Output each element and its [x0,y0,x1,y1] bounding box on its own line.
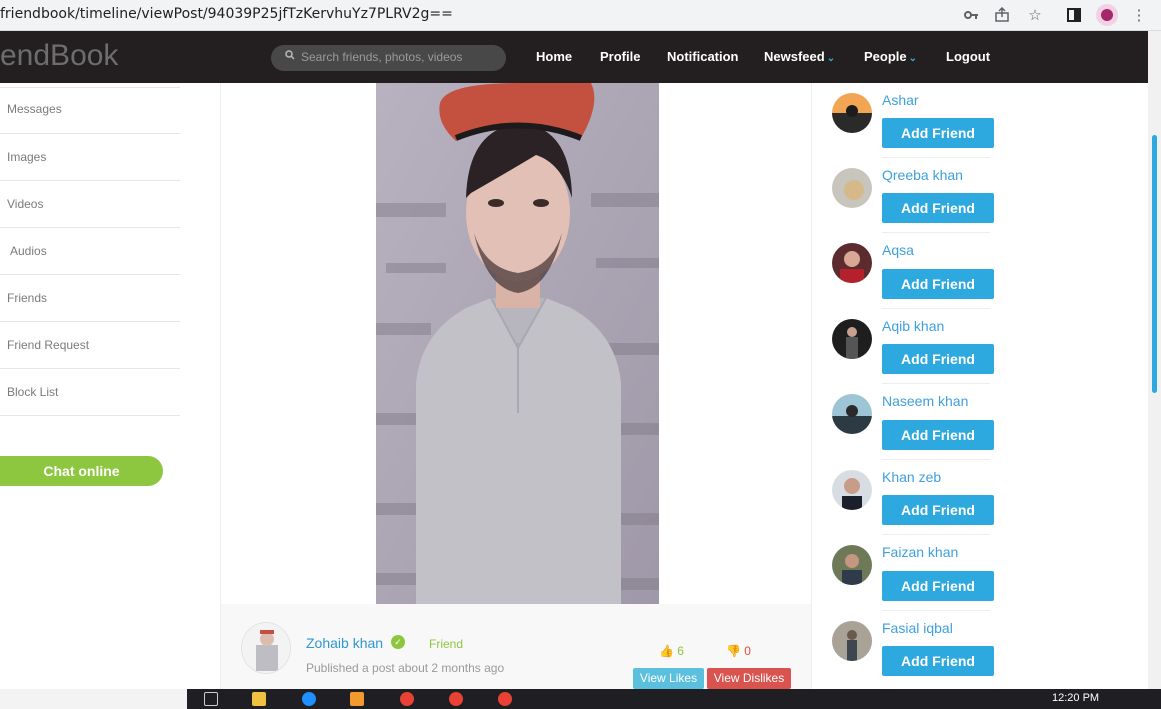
add-friend-button[interactable]: Add Friend [882,193,994,223]
view-dislikes-button[interactable]: View Dislikes [707,668,791,689]
bookmark-star-icon[interactable]: ☆ [1025,5,1045,25]
suggestion-name[interactable]: Aqib khan [882,318,944,334]
suggestion-name[interactable]: Aqsa [882,242,914,258]
nav-logout[interactable]: Logout [946,49,990,64]
sidebar-divider [0,87,180,88]
share-icon[interactable] [992,5,1012,25]
add-friend-button[interactable]: Add Friend [882,495,994,525]
site-logo[interactable]: endBook [0,39,118,73]
chevron-down-icon: ⌄ [826,53,836,64]
app-icon[interactable] [350,692,364,706]
verified-check-icon: ✓ [391,635,405,649]
sidebar-item-images[interactable]: Images [7,150,46,164]
sidebar-item-videos[interactable]: Videos [7,197,43,211]
suggestion-divider [882,534,990,535]
suggestion-name[interactable]: Faizan khan [882,544,958,560]
suggestion-divider [882,383,990,384]
sidebar-item-audios[interactable]: Audios [10,244,47,258]
page-scrollbar-thumb[interactable] [1152,135,1157,393]
suggestion-avatar[interactable] [832,545,872,585]
sidebar-divider [0,180,180,181]
key-icon[interactable] [961,5,981,25]
task-view-icon[interactable] [204,692,218,706]
suggestion-avatar[interactable] [832,93,872,133]
sidebar-item-messages[interactable]: Messages [7,102,62,116]
chrome-icon[interactable] [449,692,463,706]
dislikes-count[interactable]: 👎 0 [726,644,751,658]
suggestion-avatar[interactable] [832,319,872,359]
add-friend-button[interactable]: Add Friend [882,344,994,374]
add-friend-button[interactable]: Add Friend [882,269,994,299]
suggestion-divider [882,232,990,233]
search-placeholder: Search friends, photos, videos [301,50,463,64]
suggestion-name[interactable]: Ashar [882,92,919,108]
post-photo[interactable] [376,83,659,604]
suggestion-divider [882,459,990,460]
suggestion-avatar[interactable] [832,470,872,510]
add-friend-button[interactable]: Add Friend [882,571,994,601]
search-input[interactable]: Search friends, photos, videos [271,45,506,71]
suggestion-divider [882,610,990,611]
center-column-border [220,83,221,689]
sidebar-item-friend-request[interactable]: Friend Request [7,338,89,352]
add-friend-button[interactable]: Add Friend [882,420,994,450]
edge-icon[interactable] [302,692,316,706]
search-icon [285,50,295,63]
address-bar[interactable]: friendbook/timeline/viewPost/94039P25jfT… [0,6,453,22]
sidebar-divider [0,368,180,369]
taskbar-clock[interactable]: 12:20 PM [1052,692,1099,704]
thumbs-down-icon: 👎 [726,644,741,658]
sidebar-divider [0,274,180,275]
suggestion-name[interactable]: Qreeba khan [882,167,963,183]
nav-profile[interactable]: Profile [600,49,640,64]
sidebar-item-block-list[interactable]: Block List [7,385,58,399]
post-published-time: Published a post about 2 months ago [306,661,505,675]
sidebar-divider [0,321,180,322]
sidebar-item-friends[interactable]: Friends [7,291,47,305]
chrome-icon[interactable] [498,692,512,706]
suggestion-divider [882,157,990,158]
friend-status-label: Friend [429,637,464,651]
sidebar-divider [0,227,180,228]
add-friend-button[interactable]: Add Friend [882,118,994,148]
nav-newsfeed[interactable]: Newsfeed ⌄ [764,49,835,64]
post-author-name[interactable]: Zohaib khan [306,635,383,651]
nav-people[interactable]: People ⌄ [864,49,917,64]
nav-notification[interactable]: Notification [667,49,739,64]
thumbs-up-icon: 👍 [659,644,674,658]
chrome-profile-avatar[interactable] [1096,4,1118,26]
likes-count[interactable]: 👍 6 [659,644,684,658]
sidebar-divider [0,133,180,134]
view-likes-button[interactable]: View Likes [633,668,704,689]
likes-count-value: 6 [677,644,684,658]
suggestion-avatar[interactable] [832,621,872,661]
dislikes-count-value: 0 [744,644,751,658]
nav-people-label: People [864,49,907,64]
file-explorer-icon[interactable] [252,692,266,706]
more-menu-icon[interactable]: ⋮ [1129,5,1149,25]
nav-newsfeed-label: Newsfeed [764,49,825,64]
chrome-icon[interactable] [400,692,414,706]
suggestion-avatar[interactable] [832,243,872,283]
suggestion-avatar[interactable] [832,394,872,434]
taskbar-search-box[interactable] [0,689,187,709]
chat-online-button[interactable]: Chat online [0,456,163,486]
suggestion-name[interactable]: Khan zeb [882,469,941,485]
author-avatar[interactable] [241,622,291,674]
nav-home[interactable]: Home [536,49,572,64]
site-navbar: endBook Search friends, photos, videos H… [0,31,1148,83]
suggestion-avatar[interactable] [832,168,872,208]
browser-toolbar: friendbook/timeline/viewPost/94039P25jfT… [0,0,1161,31]
sidebar-divider [0,415,180,416]
suggestion-name[interactable]: Naseem khan [882,393,968,409]
add-friend-button[interactable]: Add Friend [882,646,994,676]
side-panel-icon[interactable] [1064,5,1084,25]
suggestion-divider [882,308,990,309]
center-column-border [811,83,812,689]
suggestion-name[interactable]: Fasial iqbal [882,620,953,636]
chevron-down-icon: ⌄ [908,53,918,64]
